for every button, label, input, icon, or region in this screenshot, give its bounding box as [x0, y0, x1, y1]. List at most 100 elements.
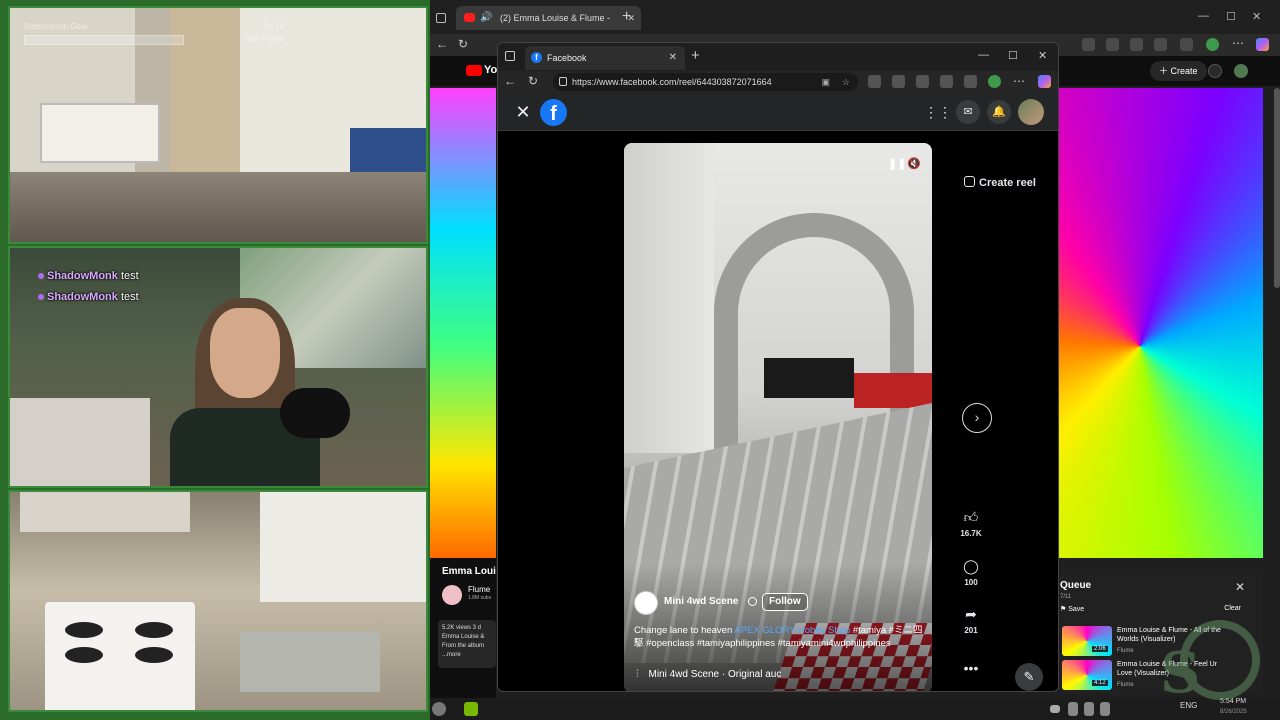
- extension-icon[interactable]: [940, 75, 953, 88]
- bg-tab-youtube[interactable]: 🔊 (2) Emma Louise & Flume - ✕: [456, 6, 641, 30]
- sub-goal-count: 0 / 10: [263, 22, 284, 31]
- next-reel-button[interactable]: ›: [962, 403, 992, 433]
- burner: [135, 622, 173, 638]
- author-name[interactable]: Mini 4wd Scene: [664, 596, 738, 607]
- video-visualizer-right[interactable]: [1058, 88, 1263, 558]
- queue-item-channel: Flume: [1117, 648, 1134, 654]
- channel-subscribers: 1.8M subs: [468, 595, 492, 601]
- share-icon: ➦: [965, 606, 977, 622]
- create-reel-button[interactable]: Create reel: [964, 176, 1036, 189]
- new-tab-icon[interactable]: +: [691, 47, 700, 64]
- watermark-logo: S: [1160, 640, 1201, 706]
- chat-message: ShadowMonk test: [38, 270, 139, 282]
- minimize-icon[interactable]: —: [1198, 10, 1209, 22]
- chat-message: ShadowMonk test: [38, 291, 139, 303]
- profile-icon[interactable]: [988, 75, 1001, 88]
- reel-cabinet: [764, 358, 854, 398]
- copilot-icon[interactable]: [1256, 38, 1269, 51]
- mute-icon[interactable]: 🔇: [907, 157, 921, 170]
- author-avatar[interactable]: [634, 591, 658, 615]
- more-options[interactable]: •••: [955, 659, 987, 677]
- close-window-icon[interactable]: ✕: [1038, 49, 1047, 62]
- share-action[interactable]: ➦ 201: [955, 605, 987, 635]
- more-icon: •••: [963, 660, 979, 676]
- sink: [240, 632, 380, 692]
- close-icon[interactable]: ✕: [1235, 580, 1245, 594]
- reload-icon[interactable]: ↻: [458, 37, 468, 51]
- extension-icon[interactable]: [1082, 38, 1095, 51]
- reel-audio[interactable]: ⫶ Mini 4wd Scene · Original auc: [636, 669, 781, 680]
- close-tab-icon[interactable]: ✕: [669, 46, 677, 70]
- create-label: Create: [1170, 66, 1198, 76]
- queue-clear-button[interactable]: Clear: [1224, 605, 1241, 612]
- comment-action[interactable]: ◯ 100: [955, 557, 987, 587]
- like-action[interactable]: 👍︎ 16.7K: [955, 508, 987, 538]
- scrollbar[interactable]: [1274, 88, 1280, 288]
- maximize-icon[interactable]: ☐: [1008, 49, 1018, 62]
- nvidia-icon[interactable]: [464, 702, 478, 716]
- tray-icon[interactable]: [1068, 702, 1078, 716]
- chat-text: test: [120, 291, 139, 303]
- back-icon[interactable]: ←: [504, 74, 516, 88]
- menu-icon[interactable]: ⋯: [1232, 36, 1244, 50]
- sidebar-toggle-icon[interactable]: [505, 51, 515, 61]
- notifications-icon[interactable]: [1208, 64, 1222, 78]
- speaker-icon[interactable]: 🔊: [480, 6, 492, 30]
- reel-video[interactable]: ❚❚ 🔇 Mini 4wd Scene Follow Change lane t…: [624, 143, 932, 691]
- notifications-bell-icon[interactable]: 🔔: [987, 100, 1011, 124]
- extension-icon[interactable]: [892, 75, 905, 88]
- profile-icon[interactable]: [1206, 38, 1219, 51]
- tray-icon[interactable]: [1100, 702, 1110, 716]
- extension-icon[interactable]: [1106, 38, 1119, 51]
- maximize-icon[interactable]: ☐: [1226, 10, 1236, 23]
- chat-badge-icon: [38, 294, 44, 300]
- sub-goal-sublabel: Sub Points: [245, 34, 284, 43]
- comment-icon: ◯: [963, 558, 979, 574]
- stream-overlay: Subscription Goal 0 / 10 Sub Points Shad…: [0, 0, 430, 720]
- tray-icon[interactable]: [1084, 702, 1094, 716]
- tray-chevron-icon[interactable]: [1050, 705, 1060, 713]
- video-description[interactable]: 5.2K views 3 d Emma Louise & From the al…: [438, 620, 496, 668]
- facebook-header: ✕ f ⋮⋮ ✉ 🔔: [498, 93, 1058, 131]
- queue-save-button[interactable]: ⚑ Save: [1060, 605, 1084, 613]
- minimize-icon[interactable]: —: [978, 49, 989, 61]
- channel-name[interactable]: Flume: [468, 585, 490, 594]
- video-info-panel: Emma Loui Flume 1.8M subs 5.2K views 3 d…: [430, 558, 496, 698]
- lock-icon[interactable]: [559, 77, 567, 86]
- read-aloud-icon[interactable]: ▣: [821, 73, 830, 91]
- messenger-icon[interactable]: ✉: [956, 100, 980, 124]
- back-icon[interactable]: ←: [436, 37, 448, 51]
- youtube-logo-icon[interactable]: [466, 65, 482, 76]
- facebook-favicon-icon: f: [531, 52, 542, 63]
- history-icon[interactable]: [1180, 38, 1193, 51]
- extension-icon[interactable]: [1154, 38, 1167, 51]
- menu-grid-icon[interactable]: ⋮⋮: [924, 100, 952, 124]
- history-icon[interactable]: [964, 75, 977, 88]
- channel-avatar[interactable]: [442, 585, 462, 605]
- account-avatar[interactable]: [1018, 99, 1044, 125]
- fb-tab-title: Facebook: [547, 53, 587, 63]
- url-bar[interactable]: https://www.facebook.com/reel/6443038720…: [553, 73, 858, 91]
- close-icon[interactable]: ✕: [512, 101, 534, 123]
- extension-icon[interactable]: [868, 75, 881, 88]
- fb-tab[interactable]: f Facebook ✕: [525, 46, 685, 70]
- follow-button[interactable]: Follow: [762, 593, 808, 611]
- reload-icon[interactable]: ↻: [528, 74, 538, 88]
- close-window-icon[interactable]: ✕: [1252, 10, 1261, 23]
- extension-icon[interactable]: [1130, 38, 1143, 51]
- video-visualizer-left[interactable]: [430, 88, 496, 558]
- extension-icon[interactable]: [916, 75, 929, 88]
- account-avatar-icon[interactable]: [1234, 64, 1248, 78]
- sidebar-toggle-icon[interactable]: [436, 13, 446, 23]
- caption-link[interactable]: APEX GLORY Hobby Shop: [734, 625, 850, 636]
- menu-icon[interactable]: ⋯: [1013, 74, 1025, 88]
- copilot-icon[interactable]: [1038, 75, 1051, 88]
- taskbar-app-icon[interactable]: [432, 702, 446, 716]
- edit-icon[interactable]: ✎: [1015, 663, 1043, 691]
- new-tab-icon[interactable]: +: [622, 8, 631, 26]
- favorite-star-icon[interactable]: ☆: [842, 73, 850, 91]
- facebook-logo-icon[interactable]: f: [540, 99, 567, 126]
- create-button[interactable]: ＋ Create: [1150, 61, 1207, 81]
- pause-icon[interactable]: ❚❚: [888, 157, 906, 170]
- face: [210, 308, 280, 398]
